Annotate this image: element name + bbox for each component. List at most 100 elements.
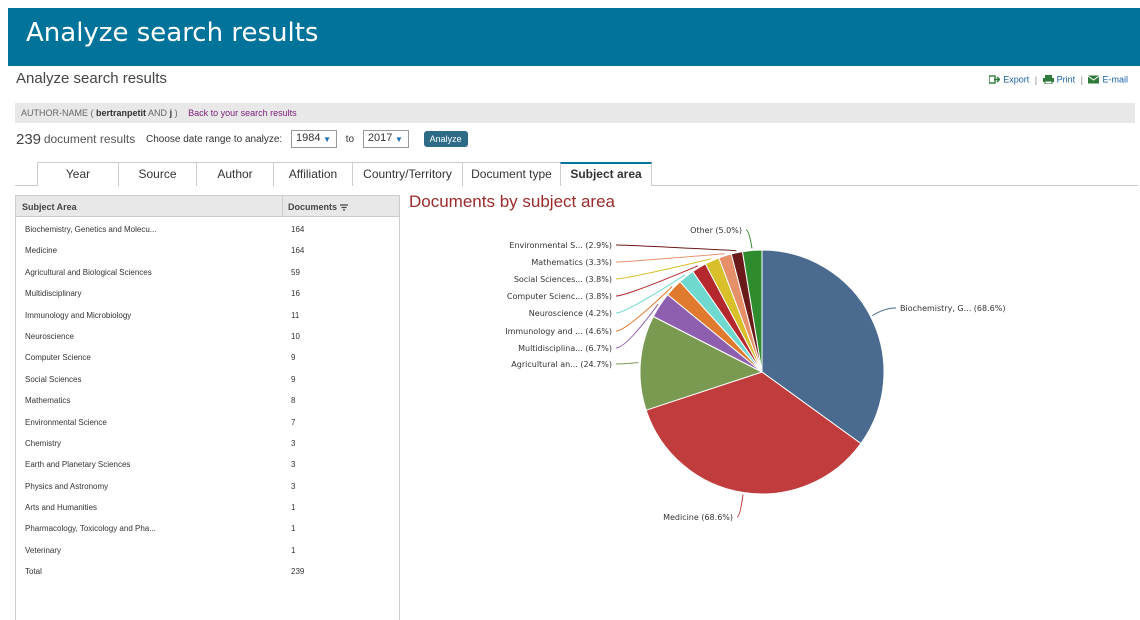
export-icon [989, 75, 1001, 85]
table-row[interactable]: Medicine 164 [16, 239, 399, 260]
pie-slice-label: Neuroscience (4.2%) [529, 309, 612, 318]
pie-leader-line [872, 307, 897, 317]
chevron-down-icon: ▼ [323, 135, 331, 144]
subject-area-cell: Earth and Planetary Sciences [25, 460, 131, 470]
print-icon [1042, 75, 1054, 85]
documents-cell: 9 [291, 353, 296, 363]
pie-slice-label: Medicine (68.6%) [663, 513, 733, 522]
result-count: 239 [16, 130, 42, 148]
documents-cell: 3 [291, 438, 296, 448]
pie-slice-label: Environmental S... (2.9%) [509, 241, 612, 250]
query-suffix: ) [174, 108, 178, 118]
back-to-results-link[interactable]: Back to your search results [188, 108, 297, 118]
tab-subject-area[interactable]: Subject area [560, 162, 652, 186]
column-header-documents-label: Documents [288, 202, 338, 212]
tab-author[interactable]: Author [196, 162, 274, 186]
query-term: bertranpetit [96, 108, 147, 118]
analyze-button[interactable]: Analyze [423, 131, 468, 147]
tab-source[interactable]: Source [118, 162, 197, 186]
export-link[interactable]: Export [989, 74, 1032, 85]
to-year-select[interactable]: 2017 ▼ [362, 130, 409, 148]
email-label: E-mail [1102, 74, 1128, 85]
table-row[interactable]: Computer Science 9 [16, 346, 399, 367]
table-row[interactable]: Mathematics 8 [16, 389, 399, 410]
banner-title: Analyze search results [26, 18, 319, 48]
to-label: to [345, 133, 355, 145]
subject-area-table: Subject Area Documents Biochemistry, Gen… [15, 195, 400, 620]
subject-area-cell: Medicine [25, 246, 58, 256]
result-count-label: document results [43, 132, 136, 146]
print-label: Print [1056, 74, 1076, 85]
tab-affiliation[interactable]: Affiliation [273, 162, 353, 186]
pie-slice-label: Social Sciences... (3.8%) [514, 275, 612, 284]
table-row[interactable]: Social Sciences 9 [16, 368, 399, 389]
query-operator: AND [148, 108, 168, 118]
from-year-value: 1984 [295, 132, 321, 144]
pie-slice-label: Immunology and ... (4.6%) [505, 327, 612, 336]
table-row[interactable]: Veterinary 1 [16, 539, 399, 560]
table-row[interactable]: Earth and Planetary Sciences 3 [16, 453, 399, 474]
column-header-subject-area[interactable]: Subject Area [22, 202, 77, 212]
subject-area-cell: Biochemistry, Genetics and Molecu... [25, 225, 157, 234]
pie-leader-line [615, 253, 725, 263]
query-term: j [169, 108, 173, 118]
tab-document-type[interactable]: Document type [462, 162, 561, 186]
table-row[interactable]: Multidisciplinary 16 [16, 282, 399, 303]
table-row[interactable]: Physics and Astronomy 3 [16, 475, 399, 496]
tab-bar: Year Source Author Affiliation Country/T… [37, 162, 652, 186]
documents-cell: 164 [291, 246, 305, 256]
documents-cell: 1 [291, 503, 296, 513]
documents-cell: 9 [291, 374, 296, 384]
documents-cell: 1 [291, 545, 296, 555]
query-prefix: AUTHOR-NAME ( [21, 108, 94, 118]
sort-icon [339, 204, 348, 211]
pie-leader-line [745, 229, 753, 249]
subject-area-cell: Immunology and Microbiology [25, 310, 132, 320]
subject-area-cell: Physics and Astronomy [25, 481, 109, 491]
print-link[interactable]: Print [1042, 74, 1078, 85]
column-header-documents[interactable]: Documents [282, 196, 400, 217]
table-row[interactable]: Environmental Science 7 [16, 411, 399, 432]
export-label: Export [1003, 74, 1030, 85]
range-prompt: Choose date range to analyze: [145, 133, 283, 145]
table-header: Subject Area Documents [16, 196, 399, 217]
pie-slice-label: Biochemistry, G... (68.6%) [900, 304, 1005, 313]
email-link[interactable]: E-mail [1088, 74, 1128, 85]
table-row[interactable]: Chemistry 3 [16, 432, 399, 453]
table-row[interactable]: Arts and Humanities 1 [16, 496, 399, 517]
table-row[interactable]: Agricultural and Biological Sciences 59 [16, 261, 399, 282]
pie-slice-label: Multidisciplina... (6.7%) [518, 344, 612, 353]
documents-cell: 1 [291, 524, 296, 534]
from-year-select[interactable]: 1984 ▼ [290, 130, 337, 148]
pie-leader-line [736, 494, 744, 518]
table-body: Biochemistry, Genetics and Molecu... 164 M… [16, 218, 399, 582]
pie-slice-label: Computer Scienc... (3.8%) [507, 292, 612, 301]
chevron-down-icon: ▼ [394, 135, 403, 144]
page-banner: Analyze search results [8, 8, 1140, 66]
subject-area-cell: Environmental Science [25, 417, 107, 427]
subject-area-cell: Agricultural and Biological Sciences [25, 267, 152, 277]
table-row[interactable]: Biochemistry, Genetics and Molecu... 164 [16, 218, 399, 239]
separator: | [1034, 74, 1038, 85]
subject-area-cell: Computer Science [25, 353, 91, 363]
subject-area-cell: Arts and Humanities [25, 503, 98, 513]
pie-slice-label: Mathematics (3.3%) [531, 258, 612, 267]
table-row[interactable]: Immunology and Microbiology 11 [16, 304, 399, 325]
pie-leader-line [615, 244, 737, 252]
documents-cell: 8 [291, 396, 296, 406]
table-row[interactable]: Neuroscience 10 [16, 325, 399, 346]
table-row[interactable]: Pharmacology, Toxicology and Pha... 1 [16, 517, 399, 538]
separator: | [1080, 74, 1083, 85]
tab-country-territory[interactable]: Country/Territory [352, 162, 463, 186]
tab-year[interactable]: Year [37, 162, 119, 186]
page-title: Analyze search results [16, 70, 167, 87]
documents-cell: 10 [291, 331, 300, 341]
subject-area-cell: Social Sciences [25, 374, 82, 384]
subject-area-cell: Chemistry [25, 438, 62, 448]
subject-area-cell: Total [25, 567, 42, 577]
email-icon [1088, 75, 1100, 84]
documents-cell: 239 [291, 567, 305, 577]
documents-cell: 7 [291, 417, 296, 427]
chart-title: Documents by subject area [409, 192, 615, 211]
table-row[interactable]: Total 239 [16, 560, 399, 581]
